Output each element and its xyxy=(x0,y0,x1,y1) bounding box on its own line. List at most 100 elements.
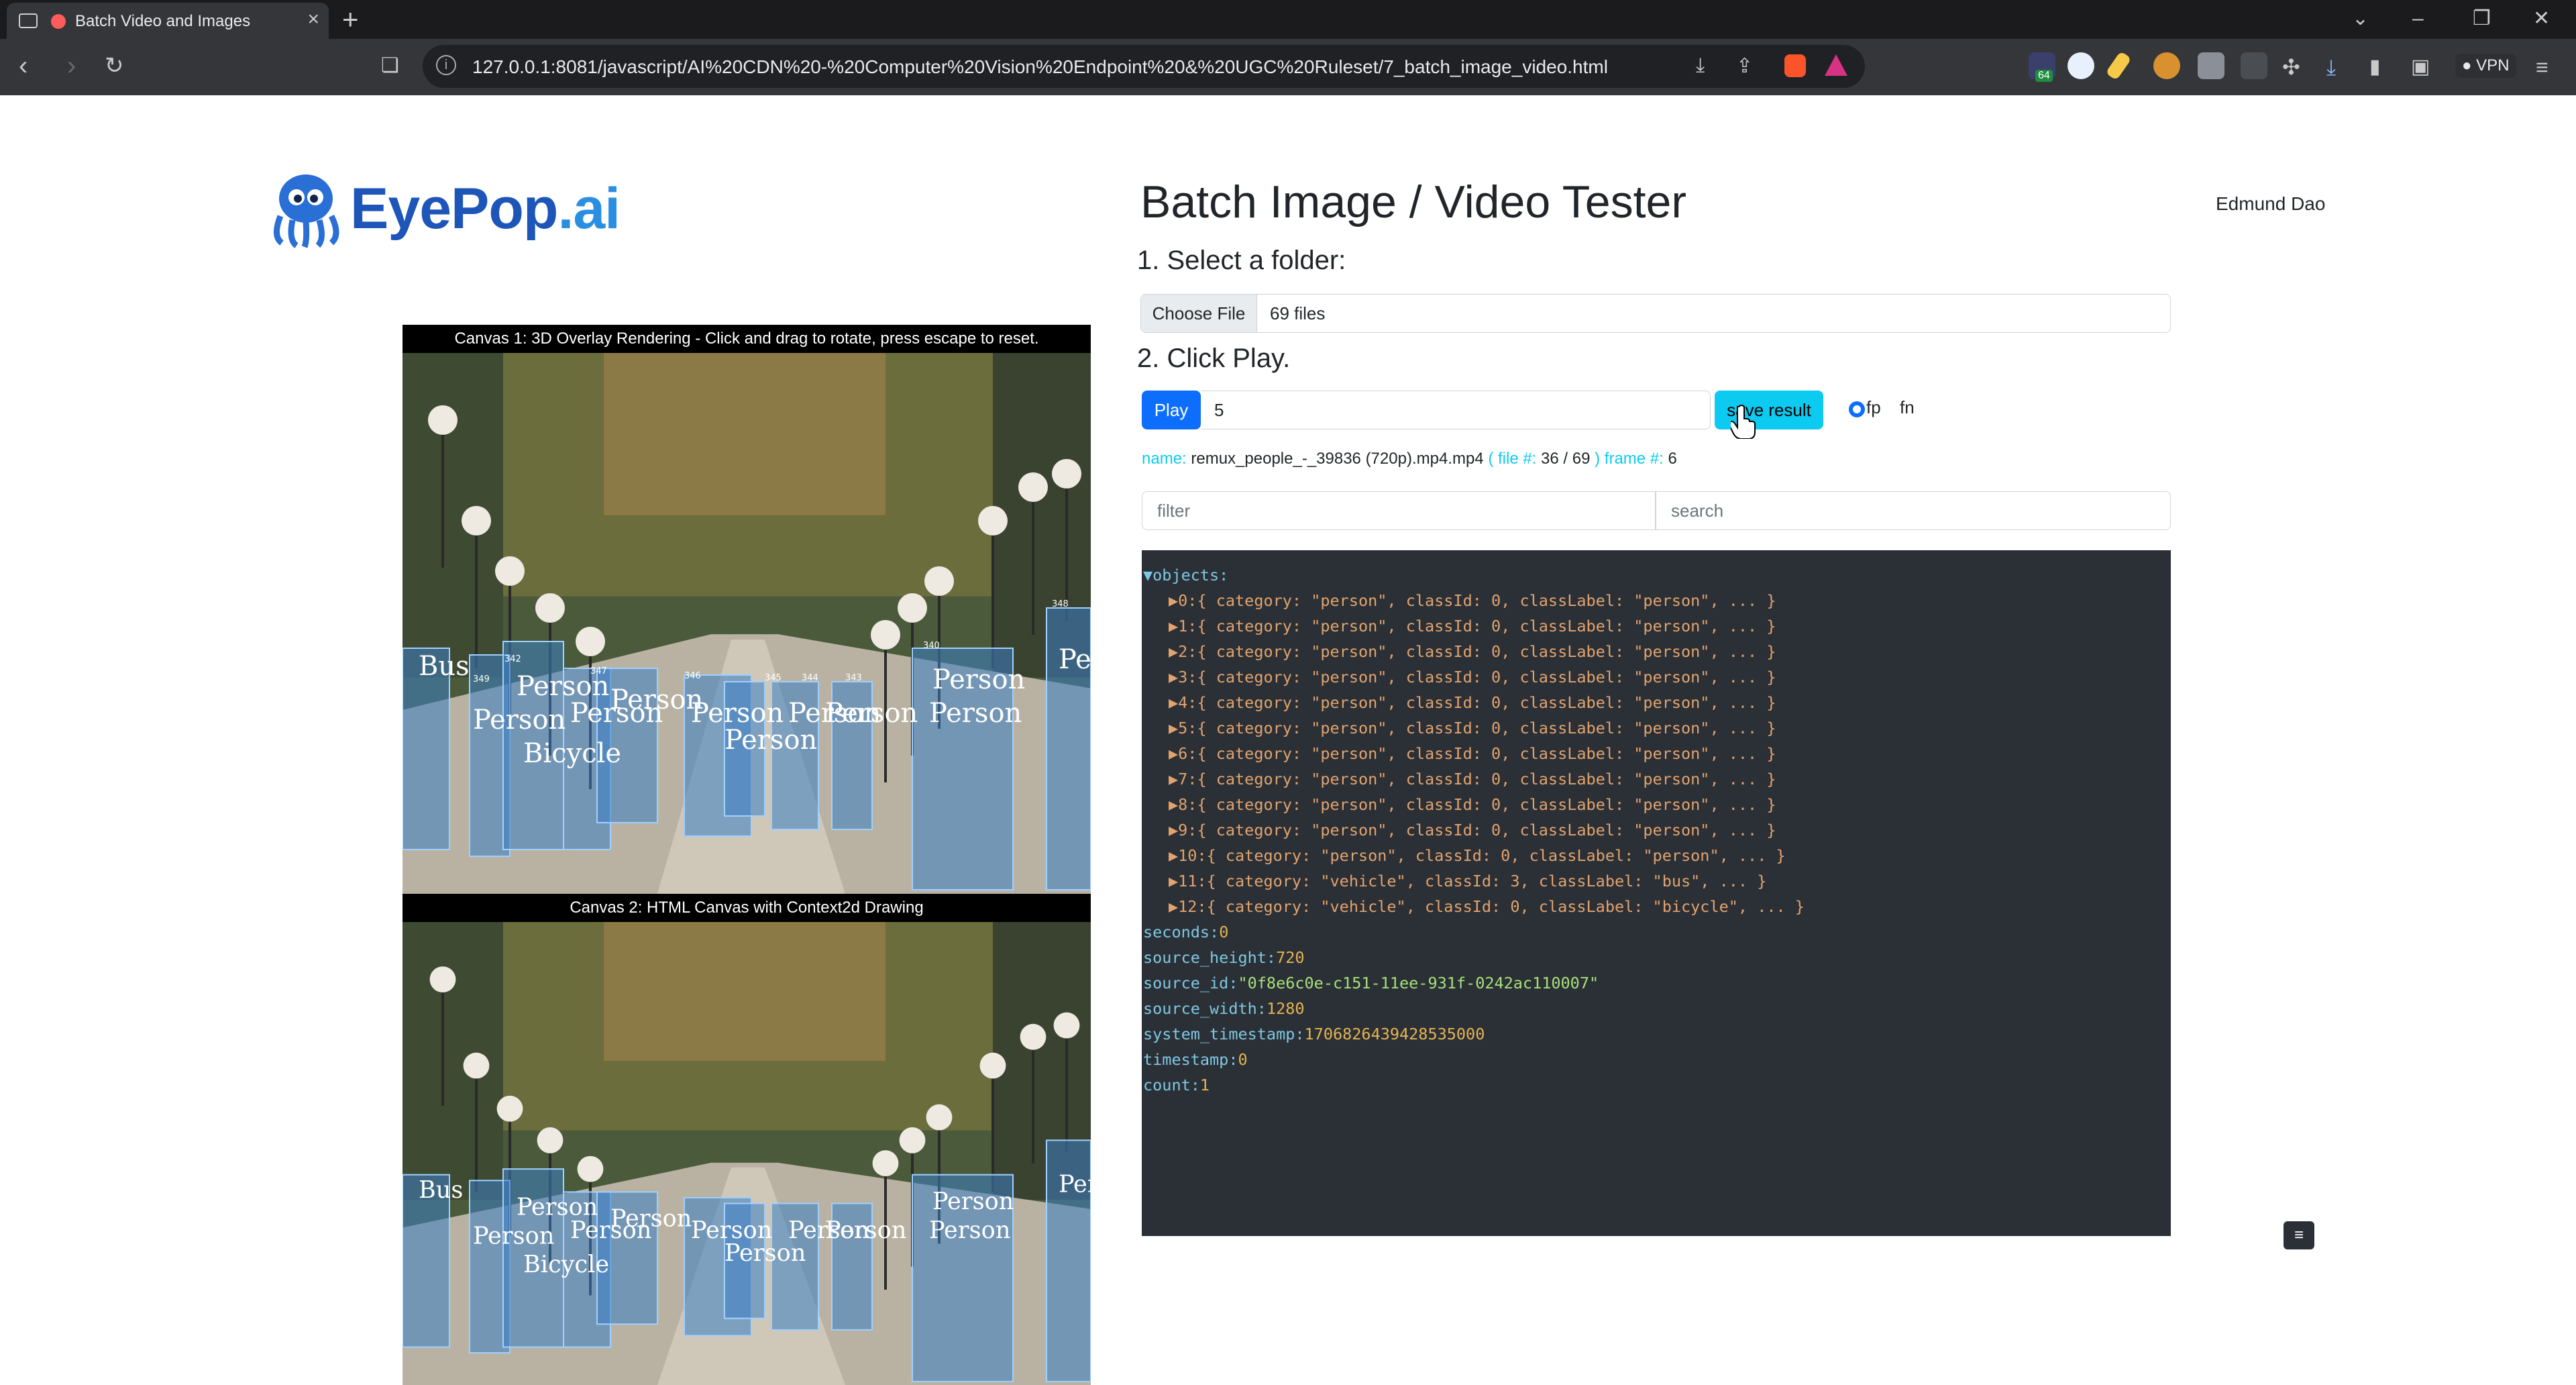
tree-canopy xyxy=(604,353,885,515)
marker-icon[interactable] xyxy=(2105,50,2132,81)
label-person: Person xyxy=(570,698,663,729)
json-object-row[interactable]: ▶4:{ category: "person", classId: 0, cla… xyxy=(1169,690,1776,715)
minimize-icon[interactable]: – xyxy=(2412,5,2424,32)
lamp-globe xyxy=(871,620,900,650)
lamp-globe xyxy=(428,405,458,435)
hand-cursor-icon xyxy=(1731,405,1756,439)
label-person: Person xyxy=(929,698,1022,729)
label-person: Person xyxy=(825,698,918,729)
browser-toolbar: ‹ › ↻ ❏ i 127.0.0.1:8081/javascript/AI%2… xyxy=(0,39,2576,95)
tool-icon[interactable] xyxy=(2241,52,2267,79)
tab-search-icon[interactable]: ⌄ xyxy=(2352,5,2369,32)
bookmark-icon[interactable]: ❏ xyxy=(381,51,399,81)
lamp-globe xyxy=(872,1150,899,1176)
logo-eye-text: EyePop xyxy=(350,176,558,241)
file-number: 36 / 69 xyxy=(1541,450,1591,468)
lamp-globe xyxy=(899,1127,926,1153)
address-bar[interactable]: i 127.0.0.1:8081/javascript/AI%20CDN%20-… xyxy=(423,45,1865,88)
label-person: Person xyxy=(724,725,817,756)
eyepop-logo: EyePop.ai xyxy=(266,169,621,250)
objects-toggle[interactable]: ▼objects: xyxy=(1143,562,1228,588)
label-person: Person xyxy=(473,705,566,735)
fn-label[interactable]: fn xyxy=(1900,397,1915,418)
json-field-value: 720 xyxy=(1276,948,1305,967)
lamp-globe xyxy=(537,1127,564,1153)
downloads-icon[interactable]: ⤓ xyxy=(2326,52,2336,82)
extensions-icon[interactable]: ✣ xyxy=(2282,52,2300,82)
label-bicycle: Bicycle xyxy=(523,1251,609,1278)
close-tab-icon[interactable]: × xyxy=(307,9,319,30)
canvas1-3d-overlay[interactable]: Bus Person Person Person Person Person Person P… xyxy=(402,353,1091,894)
file-count: 69 files xyxy=(1270,303,1326,323)
json-object-row[interactable]: ▶6:{ category: "person", classId: 0, cla… xyxy=(1169,741,1776,766)
track-id: 344 xyxy=(802,673,818,683)
json-field-key: seconds: xyxy=(1143,923,1220,941)
share-icon[interactable]: ⇪ xyxy=(1736,54,1753,78)
json-field-row: timestamp:0 xyxy=(1143,1047,1248,1072)
vpn-button[interactable]: ● VPN xyxy=(2455,54,2516,78)
window-close-icon[interactable]: ✕ xyxy=(2533,5,2550,32)
browser-tab[interactable]: Batch Video and Images × xyxy=(7,3,329,39)
frame-input[interactable]: 5 xyxy=(1201,391,1711,429)
json-field-key: source_id: xyxy=(1143,974,1238,992)
track-id: 347 xyxy=(590,666,607,676)
site-info-icon[interactable]: i xyxy=(436,55,456,75)
media-icon xyxy=(19,13,38,28)
choose-file-button[interactable]: Choose File xyxy=(1141,295,1257,332)
json-object-row[interactable]: ▶1:{ category: "person", classId: 0, cla… xyxy=(1169,613,1776,639)
lamp-globe xyxy=(1020,1023,1046,1050)
json-object-row[interactable]: ▶7:{ category: "person", classId: 0, cla… xyxy=(1169,766,1776,792)
json-object-row[interactable]: ▶0:{ category: "person", classId: 0, cla… xyxy=(1169,588,1776,613)
frame-number-key: frame #: xyxy=(1604,450,1664,468)
back-icon[interactable]: ‹ xyxy=(19,51,28,81)
download-icon[interactable]: ⤓ xyxy=(1696,54,1705,77)
canvas2-title: Canvas 2: HTML Canvas with Context2d Dra… xyxy=(402,894,1091,922)
json-viewer-toggle-button[interactable]: ≡ xyxy=(2284,1221,2314,1249)
brave-shield-icon[interactable] xyxy=(1784,54,1806,77)
forward-icon[interactable]: › xyxy=(67,51,76,81)
json-object-row[interactable]: ▶3:{ category: "person", classId: 0, cla… xyxy=(1169,664,1776,690)
url-text: 127.0.0.1:8081/javascript/AI%20CDN%20-%2… xyxy=(472,56,1608,77)
lamp-globe xyxy=(978,506,1008,535)
folder-file-input[interactable]: Choose File 69 files xyxy=(1140,294,2171,333)
label-person: Person xyxy=(825,1217,906,1244)
json-viewer[interactable]: ▼objects: ▶0:{ category: "person", class… xyxy=(1142,550,2171,1236)
grammar-icon[interactable] xyxy=(2068,52,2094,79)
menu-icon[interactable]: ≡ xyxy=(2536,52,2548,82)
canvas2-2d-drawing[interactable]: Bus Person Person Person Person Person Person P… xyxy=(402,922,1091,1385)
wallet-icon[interactable]: ▣ xyxy=(2411,52,2430,82)
json-field-row: system_timestamp:1706826439428535000 xyxy=(1143,1021,1485,1047)
file-number-key: ( file #: xyxy=(1488,450,1537,468)
json-object-row[interactable]: ▶2:{ category: "person", classId: 0, cla… xyxy=(1169,639,1776,664)
cookie-icon[interactable] xyxy=(2153,52,2180,79)
filter-input[interactable]: filter xyxy=(1142,491,1656,530)
json-field-row: source_height:720 xyxy=(1143,945,1305,970)
logo-ai-text: .ai xyxy=(557,176,621,241)
brave-rewards-icon[interactable] xyxy=(1825,54,1847,76)
fp-radio[interactable] xyxy=(1849,401,1865,417)
reload-icon[interactable]: ↻ xyxy=(105,51,124,81)
search-input[interactable]: search xyxy=(1656,491,2171,530)
json-object-row[interactable]: ▶10:{ category: "person", classId: 0, cl… xyxy=(1169,843,1786,868)
track-id: 343 xyxy=(845,673,862,683)
sidebar-icon[interactable]: ▮ xyxy=(2369,52,2381,82)
canvas1-title: Canvas 1: 3D Overlay Rendering - Click a… xyxy=(402,325,1091,353)
lamp-globe xyxy=(535,593,565,623)
json-object-row[interactable]: ▶9:{ category: "person", classId: 0, cla… xyxy=(1169,817,1776,843)
json-object-row[interactable]: ▶5:{ category: "person", classId: 0, cla… xyxy=(1169,715,1776,741)
json-object-row[interactable]: ▶8:{ category: "person", classId: 0, cla… xyxy=(1169,792,1776,817)
lamp-globe xyxy=(577,1156,604,1182)
play-button[interactable]: Play xyxy=(1142,391,1201,429)
track-id: 342 xyxy=(504,654,521,664)
lamp-globe xyxy=(429,966,456,993)
restore-icon[interactable]: ❐ xyxy=(2473,5,2491,32)
file-info-line: name: remux_people_-_39836 (720p).mp4.mp… xyxy=(1142,450,1677,468)
json-field-row: source_id:"0f8e6c0e-c151-11ee-931f-0242a… xyxy=(1143,970,1599,996)
puzzle-ext-icon[interactable] xyxy=(2198,52,2224,79)
tab-strip: Batch Video and Images × + ⌄ – ❐ ✕ xyxy=(0,0,2576,39)
recording-icon xyxy=(51,14,66,29)
new-tab-icon[interactable]: + xyxy=(342,5,359,34)
json-object-row[interactable]: ▶11:{ category: "vehicle", classId: 3, c… xyxy=(1169,868,1766,894)
lamp-globe xyxy=(898,593,927,623)
json-object-row[interactable]: ▶12:{ category: "vehicle", classId: 0, c… xyxy=(1169,894,1805,919)
